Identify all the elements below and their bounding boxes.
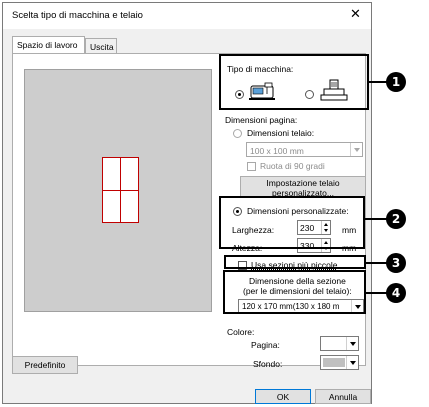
tab-spazio-di-lavoro[interactable]: Spazio di lavoro: [12, 36, 85, 54]
callout-line-4: [366, 292, 387, 294]
chevron-down-icon: [346, 356, 358, 369]
page-color-swatch: [323, 339, 345, 348]
callout-number-4: 4: [386, 283, 406, 303]
background-color-label: Sfondo:: [253, 359, 283, 369]
cancel-button[interactable]: Annulla: [315, 389, 371, 404]
callout-box-4: [223, 270, 366, 314]
close-icon[interactable]: ✕: [350, 7, 361, 21]
hoop-sections-preview: [102, 157, 139, 223]
callout-box-2: [219, 196, 365, 249]
section-divider-horizontal: [103, 190, 138, 191]
callout-number-1: 1: [386, 72, 406, 92]
default-button-label: Predefinito: [24, 360, 66, 370]
tab-uscita[interactable]: Uscita: [85, 38, 117, 54]
callout-number-3: 3: [386, 253, 406, 273]
page-color-label: Pagina:: [251, 340, 280, 350]
cancel-button-label: Annulla: [328, 392, 358, 402]
rotate-label: Ruota di 90 gradi: [260, 161, 325, 171]
ok-button[interactable]: OK: [255, 389, 311, 404]
page-preview: [24, 69, 212, 312]
page-size-label: Dimensioni pagina:: [225, 115, 298, 125]
chevron-down-icon: [346, 337, 358, 350]
default-button[interactable]: Predefinito: [12, 356, 78, 374]
title-bar: Scelta tipo di macchina e telaio ✕: [3, 3, 371, 29]
hoop-size-radio[interactable]: [233, 129, 242, 138]
page-color-select[interactable]: [320, 336, 359, 351]
background-color-swatch: [323, 358, 345, 367]
custom-hoop-settings-button[interactable]: Impostazione telaio personalizzato...: [240, 176, 366, 198]
custom-hoop-button-line1: Impostazione telaio: [266, 178, 340, 188]
callout-line-2: [365, 218, 387, 220]
tab-label: Spazio di lavoro: [17, 40, 78, 50]
rotate-checkbox[interactable]: [247, 162, 256, 171]
dialog-title: Scelta tipo di macchina e telaio: [12, 10, 143, 21]
callout-number-2: 2: [386, 209, 406, 229]
hoop-size-select[interactable]: 100 x 100 mm: [246, 142, 363, 157]
tab-label: Uscita: [90, 42, 114, 52]
color-label: Colore:: [227, 327, 255, 337]
hoop-size-label: Dimensioni telaio:: [247, 128, 315, 138]
callout-box-3: [224, 255, 366, 269]
hoop-size-value: 100 x 100 mm: [250, 146, 304, 156]
callout-line-3: [366, 262, 387, 264]
callout-line-1: [369, 81, 387, 83]
chevron-down-icon: [350, 143, 362, 156]
ok-button-label: OK: [276, 392, 290, 402]
callout-box-1: [219, 54, 369, 110]
background-color-select[interactable]: [320, 355, 359, 370]
